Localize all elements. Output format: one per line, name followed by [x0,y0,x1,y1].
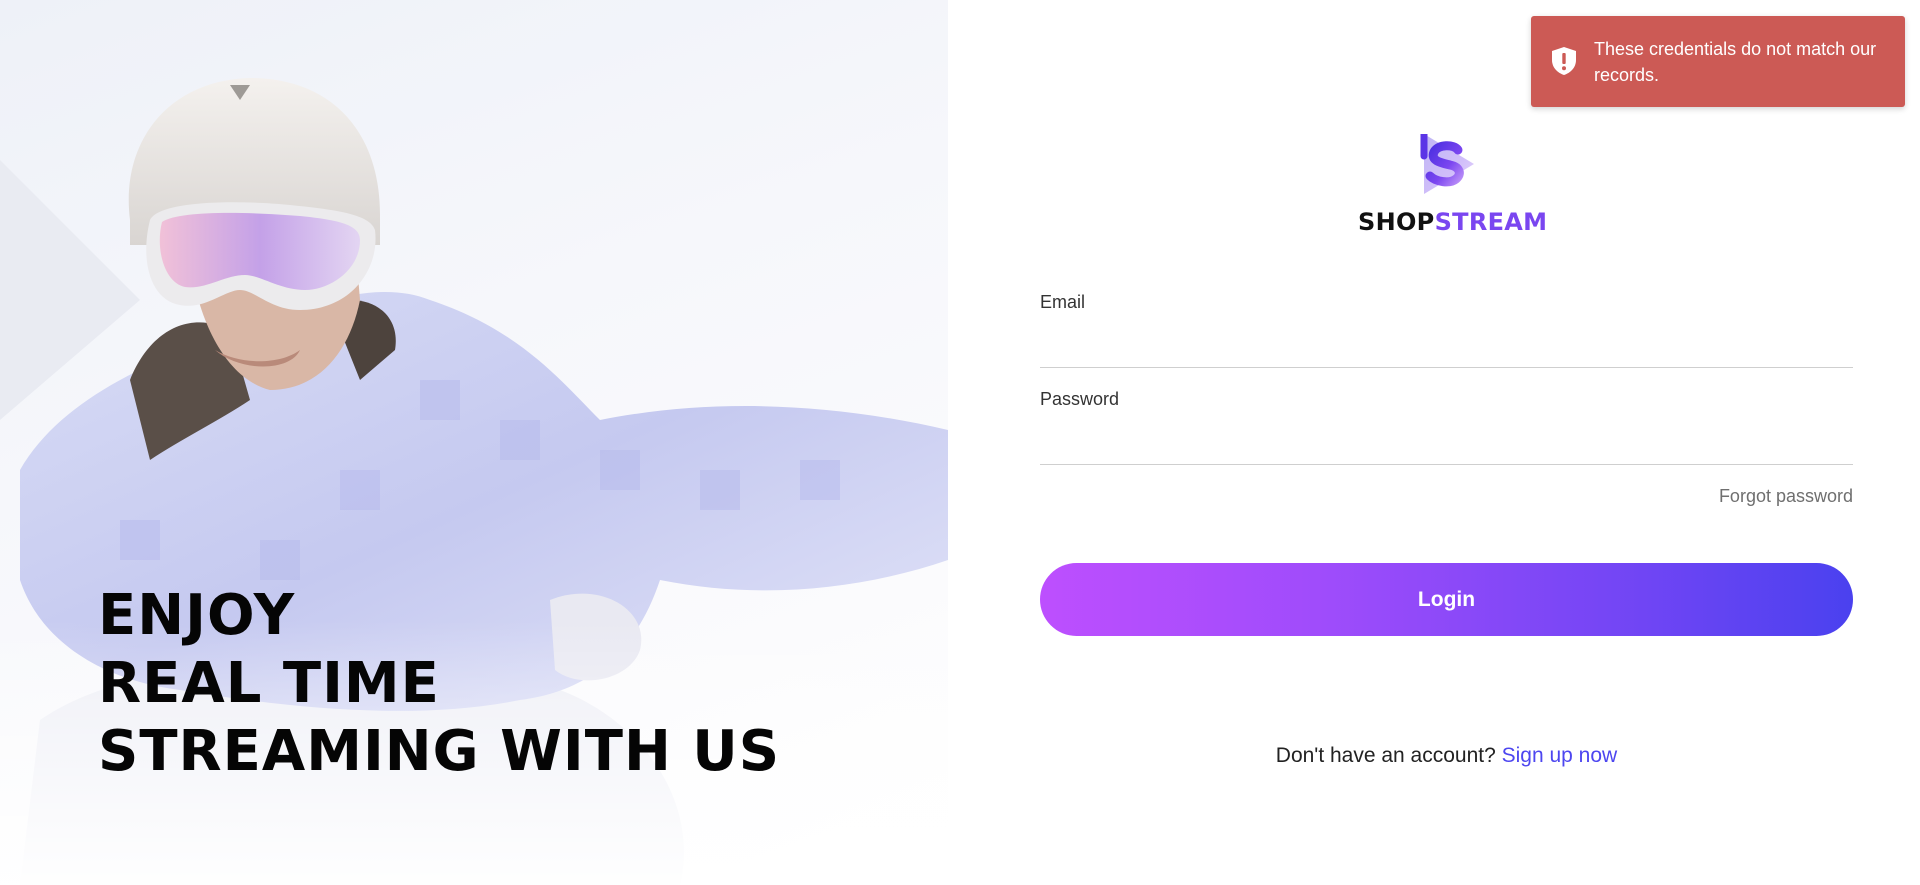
shield-exclamation-icon [1552,47,1576,75]
shopstream-logo-icon [1420,134,1474,194]
signup-link[interactable]: Sign up now [1502,744,1618,767]
login-button[interactable]: Login [1040,563,1853,636]
error-toast[interactable]: These credentials do not match our recor… [1531,16,1905,107]
error-toast-message: These credentials do not match our recor… [1594,39,1877,85]
brand-wordmark-shop: SHOP [1358,208,1435,236]
signup-prompt: Don't have an account? [1275,744,1496,767]
forgot-password-link[interactable]: Forgot password [1719,486,1853,507]
brand-wordmark: SHOPSTREAM [1358,208,1547,236]
signup-row: Don't have an account? Sign up now [1040,744,1853,768]
brand-wordmark-stream: STREAM [1434,208,1548,236]
hero-headline-line-2: REAL TIME [98,651,440,716]
hero-headline-line-3: STREAMING WITH US [98,719,781,784]
hero-headline: ENJOY REAL TIME STREAMING WITH US [98,582,780,786]
email-label: Email [1040,292,1086,312]
password-field[interactable] [1040,425,1853,465]
hero-panel: ENJOY REAL TIME STREAMING WITH US [0,0,948,885]
password-label: Password [1040,389,1120,409]
hero-headline-line-1: ENJOY [98,583,296,648]
email-field[interactable] [1040,328,1853,368]
